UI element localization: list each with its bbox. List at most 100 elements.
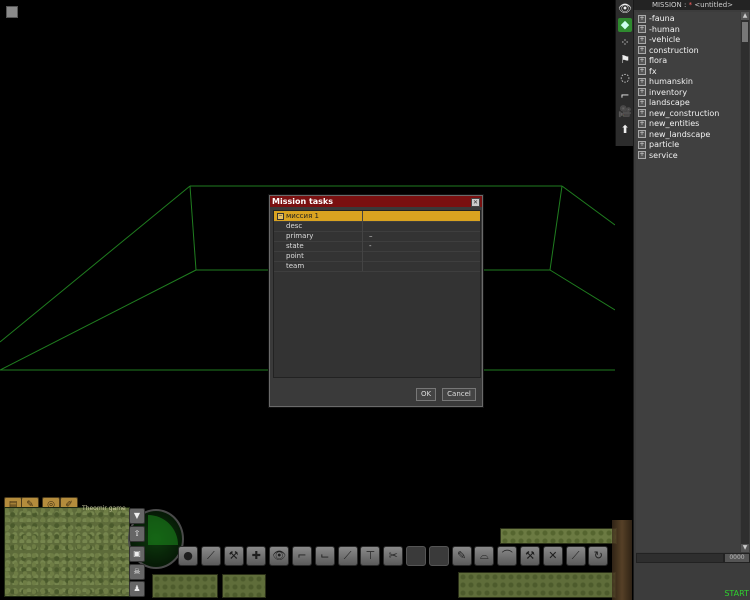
expand-icon[interactable]: + — [638, 98, 646, 107]
eye-icon[interactable]: 👁 — [618, 2, 632, 16]
crate-icon[interactable]: ▣ — [129, 546, 145, 562]
expand-icon[interactable]: + — [638, 14, 646, 23]
empty-slot-icon[interactable] — [428, 546, 449, 566]
wrench-tool-icon[interactable]: ⚒ — [223, 546, 244, 566]
shield-icon[interactable]: ▼ — [129, 508, 145, 524]
minimap-label: Theomir game — [82, 505, 126, 512]
expand-icon[interactable]: + — [638, 35, 646, 44]
expand-icon[interactable]: + — [638, 88, 646, 96]
tree-item-label: new_construction — [649, 108, 720, 118]
tree-item-label: service — [649, 150, 678, 160]
column-divider — [362, 241, 363, 251]
dialog-titlebar[interactable]: Mission tasks ✕ — [270, 196, 482, 207]
tree-item-label: flora — [649, 56, 668, 65]
tree-item[interactable]: + landscape — [638, 98, 690, 108]
tree-item[interactable]: + inventory — [638, 88, 687, 98]
cross-icon[interactable]: ✕ — [542, 546, 563, 566]
expand-icon[interactable]: + — [638, 109, 646, 117]
tree-item-label: particle — [649, 140, 680, 149]
expand-icon[interactable]: + — [638, 140, 646, 149]
start-button[interactable]: START — [717, 589, 749, 599]
knife-icon[interactable]: ⟋ — [200, 546, 221, 566]
arrow-up-icon[interactable]: ⬆ — [618, 123, 632, 137]
scroll-down-icon[interactable]: ▼ — [741, 544, 749, 552]
gun-icon[interactable]: ⌙ — [314, 546, 335, 566]
tree-item[interactable]: + new_landscape — [638, 130, 710, 140]
scroll-up-icon[interactable]: ▲ — [741, 12, 749, 20]
rotate-icon[interactable]: ↻ — [588, 546, 609, 566]
mission-tasks-dialog: Mission tasks ✕ − миссия 1 desc primary – sta… — [269, 195, 483, 407]
close-icon[interactable]: ✕ — [471, 198, 480, 207]
tree-item-label: construction — [649, 45, 699, 55]
medkit-icon[interactable]: ✚ — [246, 546, 267, 566]
tree-item[interactable]: + -vehicle — [638, 35, 680, 45]
hammer-icon[interactable]: ⊤ — [360, 546, 381, 566]
scissors-icon[interactable]: ✂ — [383, 546, 404, 566]
dialog-title: Mission tasks — [272, 197, 334, 206]
column-divider — [362, 261, 363, 271]
tree-scrollbar[interactable]: ▲ ▼ — [741, 12, 749, 552]
rifle-icon[interactable]: ⟋ — [337, 546, 358, 566]
expand-icon[interactable]: + — [638, 130, 646, 138]
expand-icon[interactable]: + — [638, 119, 646, 128]
tree-item[interactable]: + construction — [638, 46, 699, 56]
tree-item[interactable]: + -fauna — [638, 14, 675, 24]
expand-icon[interactable]: + — [638, 46, 646, 54]
tasks-property-grid: − миссия 1 desc primary – state - point team — [273, 210, 481, 378]
hat-icon[interactable]: ⌓ — [474, 546, 495, 566]
empty-slot-icon[interactable] — [406, 546, 426, 566]
grenade-icon[interactable]: ● — [178, 546, 198, 566]
tree-item[interactable]: + humanskin — [638, 77, 693, 87]
team-icon[interactable]: ♟ — [129, 581, 145, 597]
expand-icon[interactable]: + — [638, 67, 646, 75]
property-key: desc — [286, 222, 303, 230]
property-value[interactable]: – — [369, 231, 373, 241]
column-divider — [362, 221, 363, 231]
tree-item-label: humanskin — [649, 77, 693, 86]
tree-item[interactable]: + fx — [638, 67, 657, 77]
camera-icon[interactable]: 🎥 — [618, 105, 632, 119]
expand-icon[interactable]: + — [638, 25, 646, 33]
panel-value-field[interactable]: 0000 — [724, 553, 750, 563]
cancel-button[interactable]: Cancel — [442, 388, 476, 401]
horizontal-scrollbar[interactable] — [636, 553, 724, 563]
tree-item-label: new_landscape — [649, 129, 711, 139]
scroll-thumb[interactable] — [742, 22, 748, 42]
grid-select-icon[interactable]: ⁘ — [618, 36, 632, 50]
expand-icon[interactable]: + — [638, 56, 646, 65]
expand-icon[interactable]: + — [638, 77, 646, 86]
expand-icon[interactable]: + — [638, 151, 646, 159]
unit-up-icon[interactable]: ⇧ — [129, 526, 145, 542]
look-icon[interactable]: 👁 — [269, 546, 290, 566]
mission-header: MISSION : * <untitled> — [634, 0, 750, 10]
collapse-icon[interactable]: − — [277, 213, 284, 220]
viewport-menu-button[interactable] — [6, 6, 18, 18]
property-value[interactable]: - — [369, 241, 372, 251]
minimap[interactable] — [4, 507, 130, 597]
tree-item[interactable]: + particle — [638, 140, 679, 150]
blade-icon[interactable]: ⟋ — [565, 546, 586, 566]
helmet-icon[interactable]: ⌒ — [497, 546, 518, 566]
entity-tool-icon[interactable]: ◆ — [618, 18, 632, 32]
tree-item[interactable]: + -human — [638, 25, 680, 35]
tree-item[interactable]: + new_construction — [638, 109, 719, 119]
mission-label: MISSION : — [651, 1, 687, 9]
ok-button[interactable]: OK — [416, 388, 436, 401]
tree-item-label: fx — [649, 66, 657, 76]
property-key: state — [286, 242, 304, 250]
property-key: point — [286, 252, 304, 260]
tools-icon[interactable]: ⚒ — [520, 546, 540, 566]
circle-select-icon[interactable]: ◌ — [618, 71, 632, 85]
column-divider — [362, 211, 363, 221]
flag-icon[interactable]: ⚑ — [618, 53, 632, 67]
path-icon[interactable]: ⌐ — [618, 89, 632, 103]
tree-item[interactable]: + new_entities — [638, 119, 699, 129]
pen-icon[interactable]: ✎ — [451, 546, 472, 566]
skull-icon[interactable]: ☠ — [129, 564, 145, 580]
task-property-row[interactable]: team — [274, 261, 480, 272]
tree-item[interactable]: + flora — [638, 56, 667, 66]
pistol-icon[interactable]: ⌐ — [292, 546, 312, 566]
status-slot — [222, 574, 266, 598]
mission-name: <untitled> — [694, 1, 734, 9]
tree-item[interactable]: + service — [638, 151, 678, 161]
